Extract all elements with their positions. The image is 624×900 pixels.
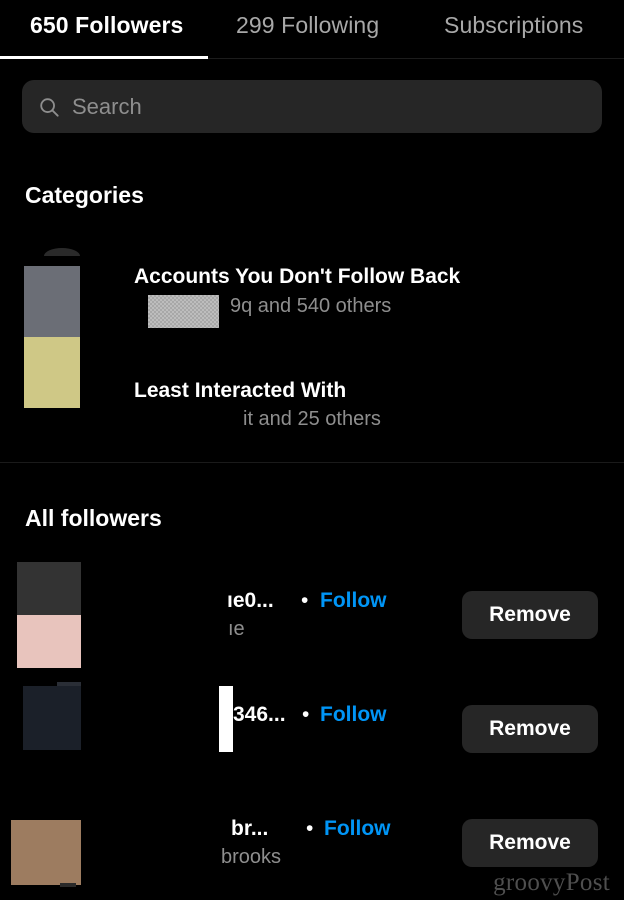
follow-button[interactable]: Follow (320, 589, 387, 613)
category-avatar-2[interactable] (24, 337, 80, 408)
follower-username[interactable]: 346... (233, 703, 286, 727)
search-icon (40, 97, 59, 117)
category-row-subtitle-accounts-you-dont-follow-back: 9q and 540 others (230, 295, 392, 317)
tab-followers[interactable]: 650 Followers (30, 12, 183, 39)
follower-fullname: brooks (221, 846, 282, 868)
categories-heading: Categories (25, 182, 144, 208)
separator-dot: • (302, 703, 310, 726)
separator-dot: • (306, 817, 314, 840)
follow-button[interactable]: Follow (320, 703, 387, 727)
follower-fullname: ıe (228, 618, 245, 640)
active-tab-underline (0, 56, 208, 59)
search-input[interactable]: Search (22, 80, 602, 133)
tab-subscriptions[interactable]: Subscriptions (444, 12, 583, 39)
follow-button[interactable]: Follow (324, 817, 391, 841)
follower-username[interactable]: ıe0... (227, 589, 274, 613)
broken-image-placeholder (148, 295, 219, 328)
follower-username[interactable]: br... (231, 817, 268, 841)
remove-button[interactable]: Remove (462, 705, 598, 753)
category-row-subtitle-least-interacted-with: it and 25 others (243, 408, 381, 430)
remove-button[interactable]: Remove (462, 591, 598, 639)
category-avatar-arc (44, 248, 80, 256)
tab-following[interactable]: 299 Following (236, 12, 379, 39)
category-row-title-accounts-you-dont-follow-back[interactable]: Accounts You Don't Follow Back (134, 265, 460, 289)
white-render-artifact (219, 686, 233, 752)
section-divider (0, 462, 624, 463)
avatar[interactable] (23, 686, 81, 750)
watermark: groovyPost (493, 869, 610, 896)
avatar[interactable] (17, 562, 81, 615)
search-placeholder: Search (72, 93, 142, 119)
remove-button[interactable]: Remove (462, 819, 598, 867)
avatar-edge-artifact (60, 883, 76, 887)
category-row-title-least-interacted-with[interactable]: Least Interacted With (134, 379, 346, 403)
tab-bar: 650 Followers 299 Following Subscription… (0, 0, 624, 60)
avatar[interactable] (17, 615, 81, 668)
category-avatar-1[interactable] (24, 266, 80, 337)
followers-screen: 650 Followers 299 Following Subscription… (0, 0, 624, 900)
avatar[interactable] (11, 820, 81, 885)
all-followers-heading: All followers (25, 505, 162, 531)
separator-dot: • (301, 589, 309, 612)
